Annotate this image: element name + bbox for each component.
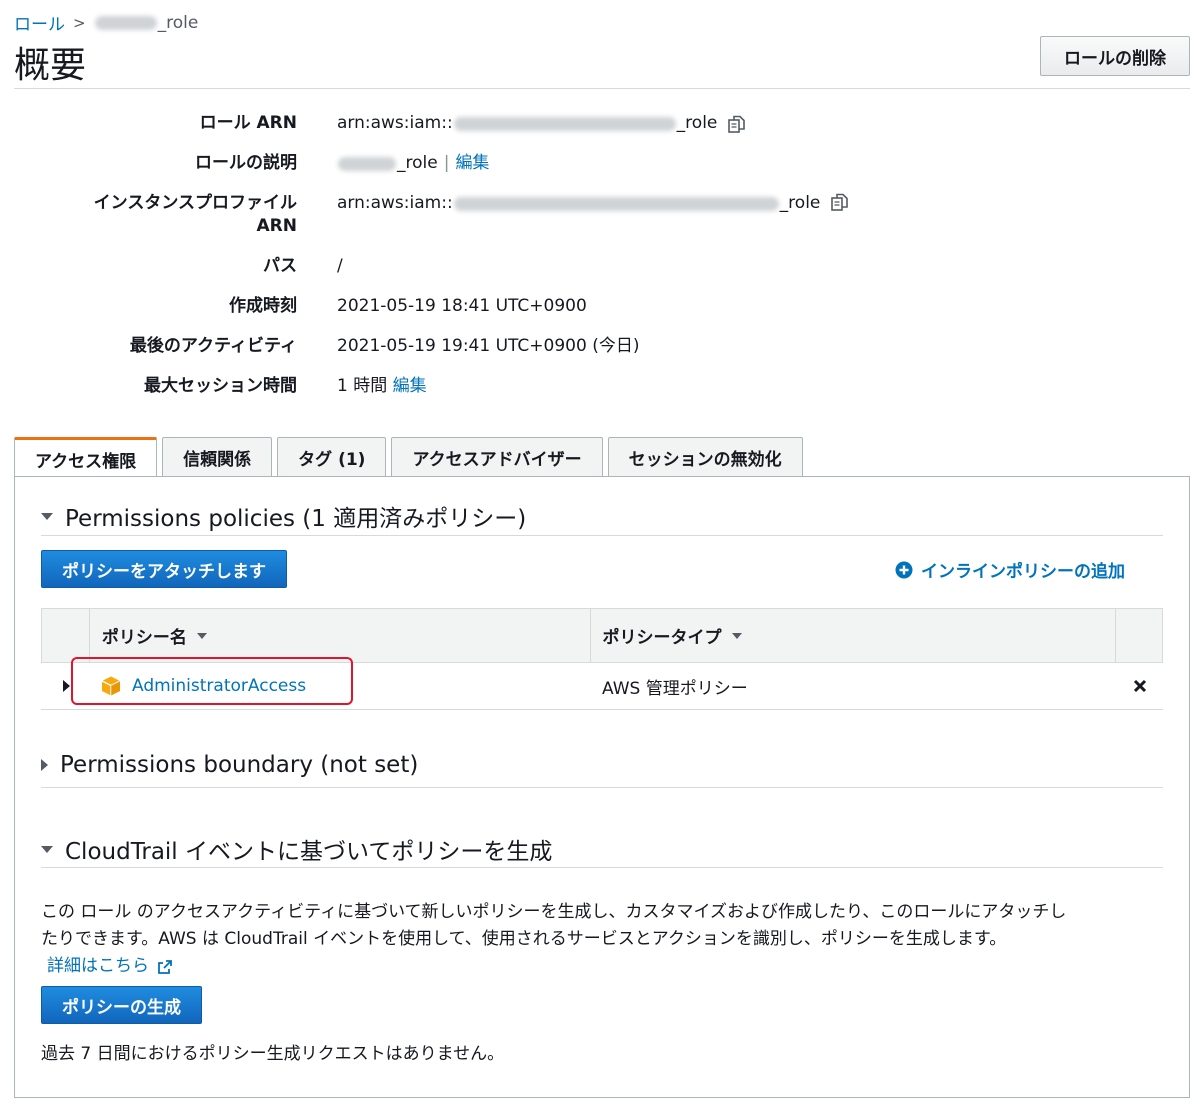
add-inline-policy-label: インラインポリシーの追加 — [921, 562, 1125, 582]
no-generation-requests-text: 過去 7 日間におけるポリシー生成リクエストはありません。 — [41, 1044, 505, 1064]
max-session-value: 1 時間 編集 — [337, 375, 427, 398]
sort-caret-icon — [196, 632, 207, 639]
last-activity-label: 最後のアクティビティ — [129, 336, 297, 356]
plus-circle-icon — [895, 561, 913, 578]
summary-row-description: ロールの説明 _role | 編集 — [0, 152, 1200, 175]
instance-profile-label: インスタンスプロファイル ARN — [93, 193, 297, 236]
description-value: _role | 編集 — [337, 152, 489, 175]
policy-type-column-header[interactable]: ポリシータイプ — [589, 609, 1116, 662]
breadcrumb-roles-link[interactable]: ロール — [14, 10, 65, 35]
add-inline-policy-link[interactable]: インラインポリシーの追加 — [895, 557, 1125, 582]
permissions-panel: Permissions policies (1 適用済みポリシー) ポリシーをア… — [14, 476, 1190, 1098]
redacted-text — [94, 15, 157, 30]
table-header: ポリシー名 ポリシータイプ — [41, 608, 1163, 663]
policies-table: ポリシー名 ポリシータイプ AdministratorAccess AWS 管理… — [41, 608, 1163, 710]
permissions-boundary-header[interactable]: Permissions boundary (not set) — [41, 752, 418, 778]
caret-right-icon — [63, 680, 70, 692]
detach-policy-button[interactable] — [1117, 679, 1163, 693]
policy-name-column-header[interactable]: ポリシー名 — [88, 609, 590, 662]
max-session-label: 最大セッション時間 — [144, 376, 297, 396]
section-divider — [41, 867, 1163, 868]
section-divider — [41, 787, 1163, 788]
last-activity-value: 2021-05-19 19:41 UTC+0900 (今日) — [337, 336, 640, 356]
summary-row-path: パス / — [0, 255, 1200, 278]
external-link-icon — [158, 959, 172, 974]
summary-row-last-activity: 最後のアクティビティ 2021-05-19 19:41 UTC+0900 (今日… — [0, 335, 1200, 358]
path-label: パス — [263, 256, 297, 276]
summary-row-role-arn: ロール ARN arn:aws:iam:: _role — [0, 112, 1200, 135]
tab-tags[interactable]: タグ (1) — [277, 437, 387, 477]
edit-description-link[interactable]: 編集 — [455, 152, 489, 175]
policy-type-cell: AWS 管理ポリシー — [602, 678, 748, 699]
role-summary: ロール ARN arn:aws:iam:: _role ロールの説明 _role … — [0, 112, 1200, 415]
created-label: 作成時刻 — [229, 296, 297, 316]
permissions-policies-heading: Permissions policies (1 適用済みポリシー) — [65, 506, 527, 532]
edit-max-session-link[interactable]: 編集 — [393, 375, 427, 398]
role-arn-label: ロール ARN — [199, 113, 297, 133]
cloudtrail-heading: CloudTrail イベントに基づいてポリシーを生成 — [65, 839, 553, 865]
tab-trust-relationships[interactable]: 信頼関係 — [162, 437, 273, 477]
actions-column-header — [1115, 609, 1162, 662]
summary-row-created: 作成時刻 2021-05-19 18:41 UTC+0900 — [0, 295, 1200, 318]
table-row: AdministratorAccess AWS 管理ポリシー — [41, 657, 1163, 710]
sort-caret-icon — [731, 632, 742, 639]
caret-right-icon — [41, 759, 48, 771]
created-value: 2021-05-19 18:41 UTC+0900 — [337, 296, 587, 316]
breadcrumb-current: _role — [94, 13, 198, 33]
summary-row-max-session: 最大セッション時間 1 時間 編集 — [0, 375, 1200, 398]
summary-row-instance-profile: インスタンスプロファイル ARN arn:aws:iam:: _role — [0, 192, 1200, 238]
learn-more-link[interactable]: 詳細はこちら — [47, 953, 149, 980]
path-value: / — [337, 256, 343, 276]
caret-down-icon — [41, 845, 53, 853]
breadcrumb: ロール > _role — [14, 10, 198, 36]
instance-profile-value: arn:aws:iam:: _role — [337, 192, 850, 238]
tab-revoke-sessions[interactable]: セッションの無効化 — [607, 437, 803, 477]
highlight-box — [71, 657, 353, 705]
permissions-boundary-heading: Permissions boundary (not set) — [60, 752, 419, 778]
redacted-text — [453, 116, 676, 131]
copy-icon[interactable] — [830, 192, 850, 212]
generate-policy-button[interactable]: ポリシーの生成 — [41, 986, 202, 1024]
description-label: ロールの説明 — [195, 153, 297, 173]
breadcrumb-chevron-icon: > — [73, 13, 86, 32]
tab-permissions[interactable]: アクセス権限 — [14, 437, 158, 478]
delete-role-button[interactable]: ロールの削除 — [1040, 36, 1190, 76]
attach-policies-button[interactable]: ポリシーをアタッチします — [41, 550, 287, 588]
page-title: 概要 — [14, 45, 87, 86]
redacted-text — [453, 197, 779, 211]
role-arn-value: arn:aws:iam:: _role — [337, 112, 747, 135]
cloudtrail-section-header[interactable]: CloudTrail イベントに基づいてポリシーを生成 — [41, 832, 552, 866]
tab-access-advisor[interactable]: アクセスアドバイザー — [391, 437, 603, 477]
permissions-policies-header[interactable]: Permissions policies (1 適用済みポリシー) — [41, 499, 526, 533]
title-divider — [14, 88, 1190, 89]
expand-column-header — [42, 609, 89, 662]
section-divider — [41, 535, 1163, 536]
copy-icon[interactable] — [727, 114, 747, 134]
close-icon — [1133, 679, 1147, 693]
redacted-text — [338, 156, 396, 171]
separator: | — [443, 153, 450, 173]
role-tabs: アクセス権限 信頼関係 タグ (1) アクセスアドバイザー セッションの無効化 — [14, 437, 803, 478]
cloudtrail-description: この ロール のアクセスアクティビティに基づいて新しいポリシーを生成し、カスタマ… — [41, 899, 1171, 980]
caret-down-icon — [41, 512, 53, 520]
